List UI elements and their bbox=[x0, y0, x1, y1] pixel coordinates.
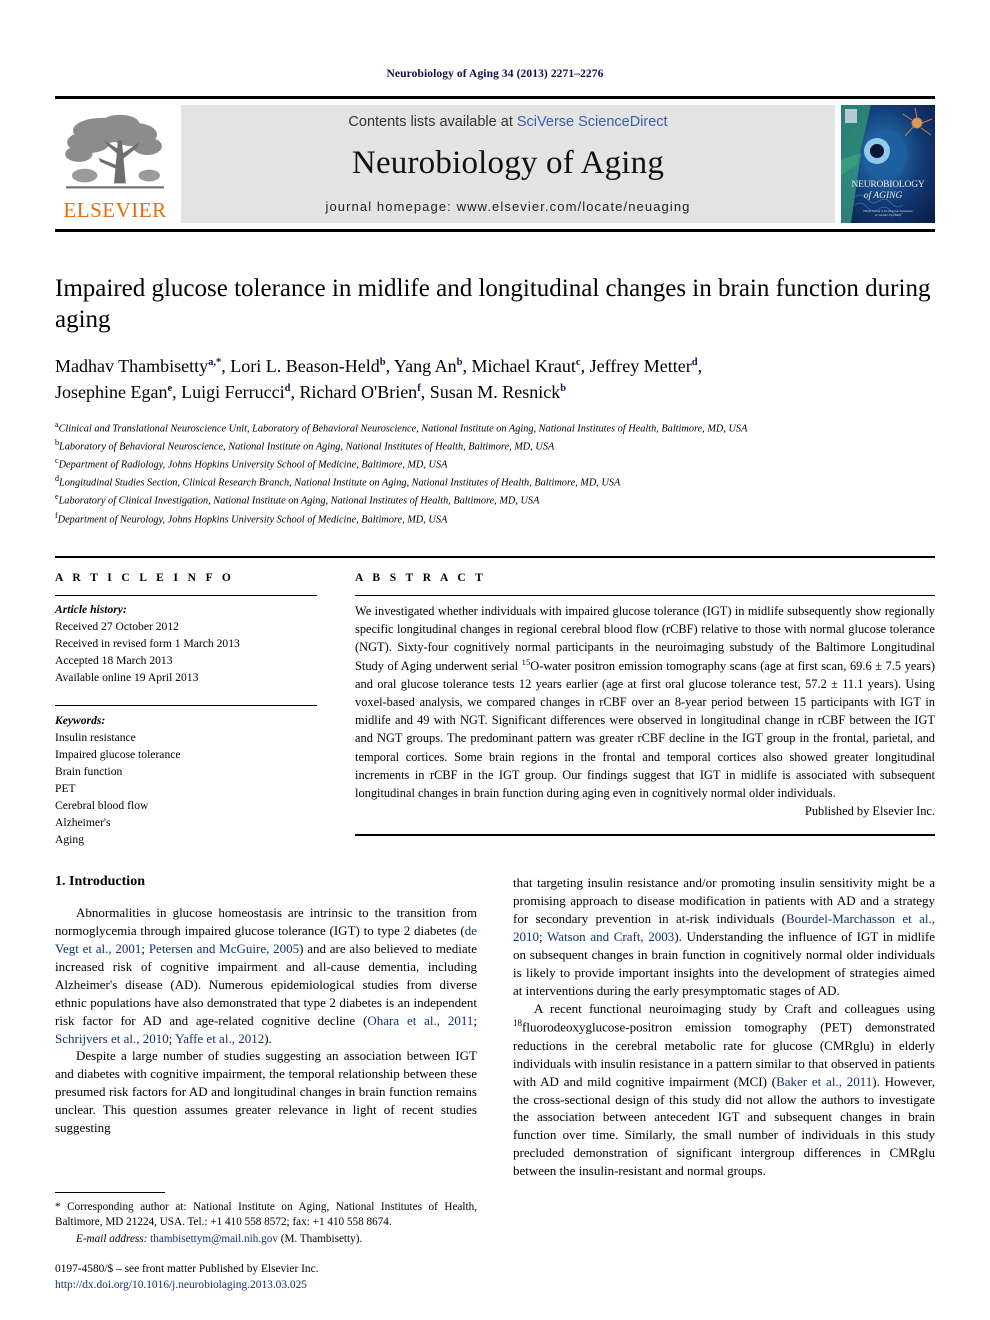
email-owner: (M. Thambisetty). bbox=[280, 1232, 363, 1245]
keyword-item: Impaired glucose tolerance bbox=[55, 747, 181, 761]
text-run: ; bbox=[473, 1012, 477, 1028]
masthead-bottom-rule bbox=[55, 229, 935, 232]
svg-text:Official Journal of the Americ: Official Journal of the American Associa… bbox=[863, 209, 913, 213]
affiliation-text: Longitudinal Studies Section, Clinical R… bbox=[59, 477, 621, 489]
affiliation-item: eLaboratory of Clinical Investigation, N… bbox=[55, 492, 540, 507]
history-item: Accepted 18 March 2013 bbox=[55, 653, 173, 667]
footnote-block: * Corresponding author at: National Inst… bbox=[55, 1191, 477, 1294]
article-info-column: A R T I C L E I N F O Article history: R… bbox=[55, 572, 317, 848]
abstract-credit: Published by Elsevier Inc. bbox=[804, 803, 935, 818]
running-head: Neurobiology of Aging 34 (2013) 2271–227… bbox=[386, 68, 604, 80]
elsevier-wordmark: ELSEVIER bbox=[63, 198, 167, 222]
paragraph: that targeting insulin resistance and/or… bbox=[513, 874, 935, 1000]
abstract-isotope-sup: 15 bbox=[521, 656, 531, 667]
affiliation-item: cDepartment of Radiology, Johns Hopkins … bbox=[55, 456, 448, 471]
affiliation-text: Department of Radiology, Johns Hopkins U… bbox=[58, 459, 448, 471]
affiliation-list: aClinical and Translational Neuroscience… bbox=[55, 419, 935, 527]
keyword-item: Alzheimer's bbox=[55, 815, 111, 829]
citation-link[interactable]: Ohara et al., 2011 bbox=[367, 1013, 473, 1028]
text-run: ). However, the cross-sectional design o… bbox=[513, 1073, 935, 1179]
page-title: Impaired glucose tolerance in midlife an… bbox=[55, 275, 931, 333]
citation-link[interactable]: Yaffe et al., 2012 bbox=[175, 1031, 264, 1046]
body-column-left: 1. Introduction Abnormalities in glucose… bbox=[55, 874, 477, 1294]
article-history-label: Article history: bbox=[55, 602, 127, 616]
imprint-block: 0197-4580/$ – see front matter Published… bbox=[55, 1261, 477, 1294]
elsevier-tree-icon bbox=[65, 114, 164, 189]
author-line-2: Josephine Egane, Luigi Ferruccid, Richar… bbox=[55, 382, 567, 403]
paragraph: Despite a large number of studies sugges… bbox=[55, 1048, 477, 1136]
paragraph: A recent functional neuroimaging study b… bbox=[513, 1000, 935, 1181]
affiliation-item: aClinical and Translational Neuroscience… bbox=[55, 420, 748, 435]
body-columns: 1. Introduction Abnormalities in glucose… bbox=[55, 874, 935, 1294]
journal-cover-art: NEUROBIOLOGY of AGING Official Journal o… bbox=[841, 105, 935, 223]
isotope-sup: 18 bbox=[513, 1018, 522, 1029]
abstract-bottom-rule bbox=[355, 834, 935, 836]
affiliation-item: bLaboratory of Behavioral Neuroscience, … bbox=[55, 438, 555, 453]
email-label: E-mail address: bbox=[76, 1232, 148, 1245]
journal-title: Neurobiology of Aging bbox=[351, 144, 665, 181]
elsevier-logo: ELSEVIER bbox=[55, 105, 175, 223]
masthead-center-band: Contents lists available at SciVerse Sci… bbox=[181, 105, 835, 223]
keyword-item: Insulin resistance bbox=[55, 730, 136, 744]
abstract-part-2: O-water positron emission tomography sca… bbox=[355, 659, 935, 800]
journal-homepage-link[interactable]: journal homepage: www.elsevier.com/locat… bbox=[325, 199, 690, 214]
citation-link[interactable]: Schrijvers et al., 2010 bbox=[55, 1031, 169, 1046]
abstract-text: We investigated whether individuals with… bbox=[355, 596, 935, 820]
affiliation-text: Clinical and Translational Neuroscience … bbox=[58, 423, 748, 435]
text-run: ; bbox=[141, 940, 149, 956]
affiliation-text: Department of Neurology, Johns Hopkins U… bbox=[57, 513, 448, 525]
journal-cover-thumbnail: NEUROBIOLOGY of AGING Official Journal o… bbox=[841, 105, 935, 223]
keyword-item: Brain function bbox=[55, 764, 123, 778]
keywords-group: Keywords: Insulin resistance Impaired gl… bbox=[55, 699, 317, 848]
citation-link[interactable]: Baker et al., 2011 bbox=[776, 1074, 872, 1089]
keywords-rule bbox=[55, 704, 317, 706]
affiliation-text: Laboratory of Behavioral Neuroscience, N… bbox=[59, 441, 555, 453]
section-heading-introduction: 1. Introduction bbox=[55, 873, 145, 889]
email-note: E-mail address: thambisettym@mail.nih.go… bbox=[55, 1233, 477, 1245]
history-item: Received 27 October 2012 bbox=[55, 619, 179, 633]
issn-front-matter: 0197-4580/$ – see front matter Published… bbox=[55, 1262, 319, 1275]
text-run: ; bbox=[539, 928, 548, 944]
abstract-column: A B S T R A C T We investigated whether … bbox=[355, 572, 935, 848]
affiliation-item: dLongitudinal Studies Section, Clinical … bbox=[55, 474, 621, 489]
paragraph: Abnormalities in glucose homeostasis are… bbox=[55, 904, 477, 1048]
history-item: Received in revised form 1 March 2013 bbox=[55, 636, 240, 650]
citation-link[interactable]: Watson and Craft, 2003 bbox=[547, 929, 674, 944]
text-run: ). bbox=[264, 1030, 272, 1046]
svg-text:of AGING: of AGING bbox=[864, 190, 903, 201]
author-list: Madhav Thambisettya,*, Lori L. Beason-He… bbox=[55, 353, 935, 405]
body-column-right: that targeting insulin resistance and/or… bbox=[513, 874, 935, 1294]
citation-link[interactable]: Petersen and McGuire, 2005 bbox=[149, 941, 299, 956]
text-run: Abnormalities in glucose homeostasis are… bbox=[55, 904, 477, 938]
keyword-item: Aging bbox=[55, 832, 84, 846]
journal-article-page: Neurobiology of Aging 34 (2013) 2271–227… bbox=[0, 0, 990, 1320]
footnote-rule bbox=[55, 1191, 165, 1193]
text-run: A recent functional neuroimaging study b… bbox=[534, 1000, 935, 1016]
sciencedirect-link[interactable]: SciVerse ScienceDirect bbox=[517, 114, 668, 130]
abstract-heading: A B S T R A C T bbox=[355, 571, 487, 584]
contents-lists-line: Contents lists available at SciVerse Sci… bbox=[348, 114, 667, 130]
keyword-item: PET bbox=[55, 781, 76, 795]
svg-text:NEUROBIOLOGY: NEUROBIOLOGY bbox=[851, 180, 924, 190]
journal-masthead: ELSEVIER Contents lists available at Sci… bbox=[55, 96, 935, 232]
contents-prefix: Contents lists available at bbox=[348, 113, 517, 130]
article-history-group: Article history: Received 27 October 201… bbox=[55, 596, 317, 686]
corresponding-author-note: * Corresponding author at: National Inst… bbox=[55, 1200, 477, 1229]
affiliation-item: fDepartment of Neurology, Johns Hopkins … bbox=[55, 510, 448, 525]
email-link[interactable]: thambisettym@mail.nih.gov bbox=[150, 1233, 278, 1245]
history-item: Available online 19 April 2013 bbox=[55, 670, 199, 684]
article-info-heading: A R T I C L E I N F O bbox=[55, 571, 235, 584]
info-and-abstract: A R T I C L E I N F O Article history: R… bbox=[55, 555, 935, 848]
affiliation-text: Laboratory of Clinical Investigation, Na… bbox=[58, 495, 540, 507]
title-block: Impaired glucose tolerance in midlife an… bbox=[55, 274, 935, 528]
author-line-1: Madhav Thambisettya,*, Lori L. Beason-He… bbox=[55, 356, 703, 376]
svg-text:for Geriatric Psychiatry: for Geriatric Psychiatry bbox=[875, 213, 902, 217]
keywords-label: Keywords: bbox=[55, 713, 106, 727]
doi-link[interactable]: http://dx.doi.org/10.1016/j.neurobiolagi… bbox=[55, 1277, 477, 1294]
keyword-item: Cerebral blood flow bbox=[55, 798, 149, 812]
